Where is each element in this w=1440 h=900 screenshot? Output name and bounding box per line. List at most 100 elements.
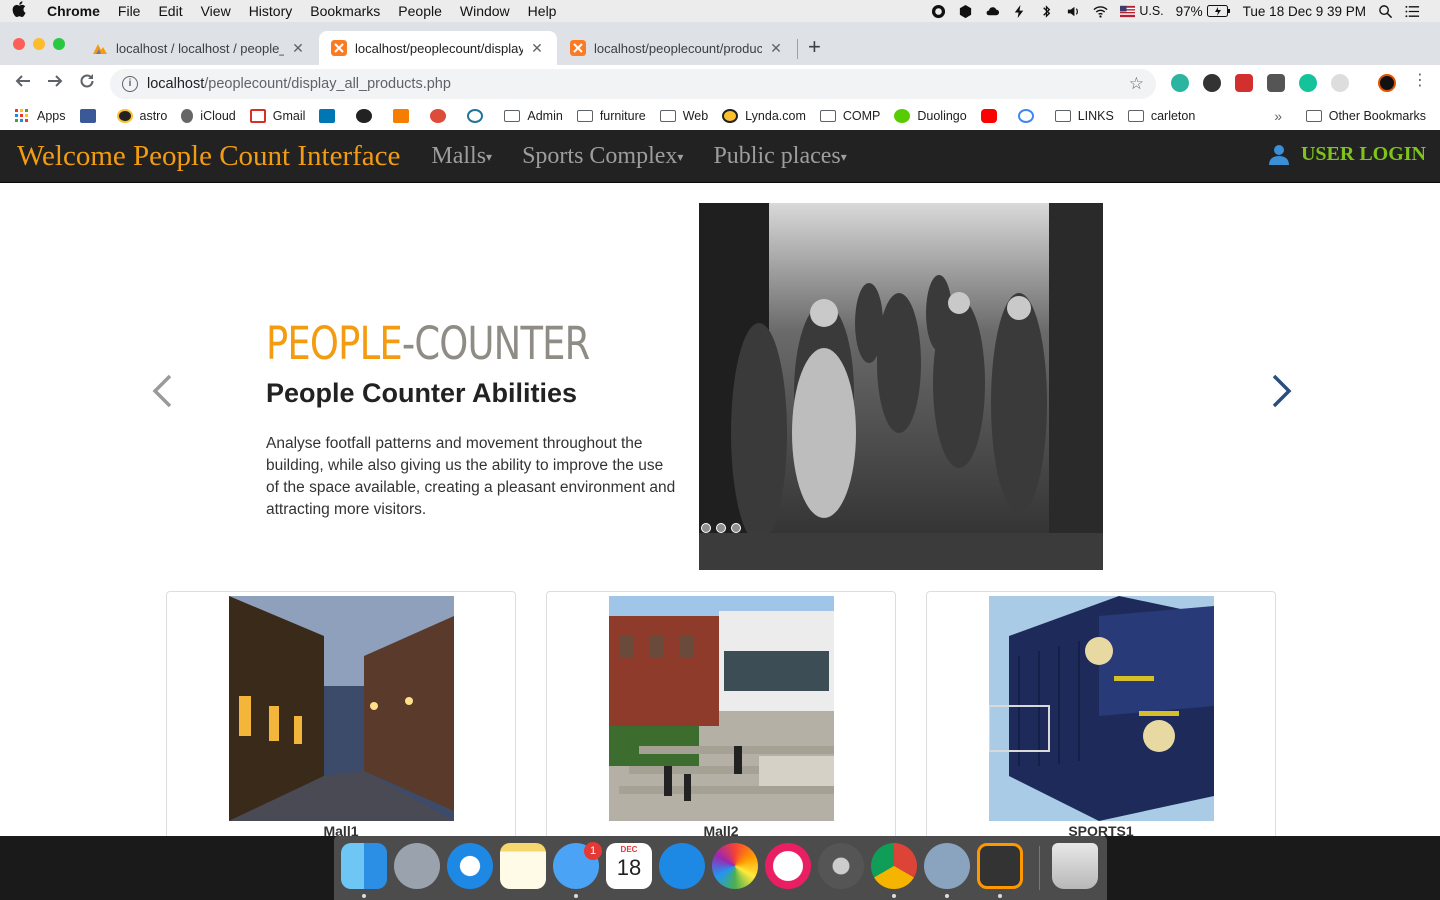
notes-icon[interactable]	[500, 843, 546, 889]
nav-sports-complex-dropdown[interactable]: Sports Complex▾	[522, 143, 683, 170]
bluetooth-icon[interactable]	[1039, 4, 1054, 19]
safari-icon[interactable]	[447, 843, 493, 889]
bookmark-folder-carleton[interactable]: carleton	[1127, 109, 1195, 123]
finder-icon[interactable]	[341, 843, 387, 889]
zoom-window-button[interactable]	[53, 38, 65, 50]
spotlight-search-icon[interactable]	[1378, 4, 1393, 19]
extension-t-icon[interactable]	[1267, 74, 1285, 92]
reload-button[interactable]	[71, 73, 103, 94]
bookmark-linkedin[interactable]	[319, 109, 342, 123]
us-flag-icon[interactable]	[1120, 4, 1136, 19]
tab-close-icon[interactable]: ✕	[290, 40, 306, 57]
product-card-sports1[interactable]: SPORTS1 30	[926, 591, 1276, 836]
bookmark-folder-furniture[interactable]: furniture	[576, 109, 646, 123]
bookmark-youtube[interactable]	[980, 109, 1004, 123]
bookmark-googleplus[interactable]	[430, 109, 453, 123]
tab-phpmyadmin[interactable]: localhost / localhost / people_c ✕	[80, 31, 318, 65]
tray-cloud-icon[interactable]	[985, 4, 1000, 19]
volume-icon[interactable]	[1066, 4, 1081, 19]
new-tab-button[interactable]: +	[808, 35, 821, 59]
bookmark-lynda[interactable]: Lynda.com	[722, 109, 806, 123]
bookmarks-overflow-button[interactable]: »	[1274, 108, 1282, 124]
bookmark-tumblr[interactable]	[356, 109, 379, 123]
app-store-icon[interactable]	[659, 843, 705, 889]
menu-window[interactable]: Window	[451, 3, 519, 19]
tray-box-icon[interactable]	[958, 4, 973, 19]
grammarly-icon[interactable]	[1299, 74, 1317, 92]
trash-icon[interactable]	[1052, 843, 1098, 889]
tab-display-all-products[interactable]: localhost/peoplecount/display_ ✕	[319, 31, 557, 65]
profile-avatar[interactable]	[1378, 74, 1396, 92]
nav-malls-dropdown[interactable]: Malls▾	[431, 143, 492, 170]
container-building-photo[interactable]	[989, 596, 1214, 821]
tab-product[interactable]: localhost/peoplecount/product ✕	[558, 31, 796, 65]
system-preferences-icon[interactable]	[818, 843, 864, 889]
menu-edit[interactable]: Edit	[149, 3, 191, 19]
bookmark-astro[interactable]: astro	[116, 109, 167, 123]
itunes-icon[interactable]	[765, 843, 811, 889]
bookmark-gmail[interactable]: Gmail	[249, 109, 305, 123]
other-bookmarks-folder[interactable]: Other Bookmarks	[1305, 109, 1426, 123]
tab-close-icon[interactable]: ✕	[768, 40, 784, 57]
menu-chrome[interactable]: Chrome	[38, 3, 109, 19]
sublime-text-icon[interactable]	[977, 843, 1023, 889]
tray-bolt-icon[interactable]	[1012, 4, 1027, 19]
close-window-button[interactable]	[13, 38, 25, 50]
launchpad-icon[interactable]	[394, 843, 440, 889]
bookmark-folder-links[interactable]: LINKS	[1054, 109, 1114, 123]
menu-people[interactable]: People	[389, 3, 451, 19]
carousel-indicator[interactable]	[731, 523, 741, 533]
running-indicator	[362, 894, 366, 898]
back-button[interactable]	[7, 73, 39, 94]
menu-bookmarks[interactable]: Bookmarks	[301, 3, 389, 19]
carousel-prev-button[interactable]	[148, 373, 178, 414]
minimize-window-button[interactable]	[33, 38, 45, 50]
address-bar[interactable]: i localhost/peoplecount/display_all_prod…	[110, 69, 1156, 99]
tab-close-icon[interactable]: ✕	[529, 40, 545, 57]
bookmark-folder-comp[interactable]: COMP	[819, 109, 880, 123]
site-brand[interactable]: Welcome People Count Interface	[17, 140, 400, 173]
menu-help[interactable]: Help	[519, 3, 566, 19]
user-login-link[interactable]: USER LOGIN	[1268, 143, 1426, 166]
bookmark-folder-admin[interactable]: Admin	[504, 109, 563, 123]
photos-icon[interactable]	[712, 843, 758, 889]
battery-icon[interactable]	[1206, 5, 1231, 17]
campus-building-photo[interactable]	[609, 596, 834, 821]
wifi-icon[interactable]	[1093, 4, 1108, 19]
bookmark-folder-web[interactable]: Web	[659, 109, 708, 123]
bookmark-icloud[interactable]: iCloud	[181, 109, 236, 123]
apple-menu-icon[interactable]	[0, 1, 38, 21]
bookmark-wordpress[interactable]	[467, 109, 490, 123]
bookmark-star-icon[interactable]: ☆	[1129, 74, 1144, 94]
menu-history[interactable]: History	[240, 3, 302, 19]
forward-button[interactable]	[39, 73, 71, 94]
utility-icon[interactable]	[924, 843, 970, 889]
menu-file[interactable]: File	[109, 3, 150, 19]
carousel-next-button[interactable]	[1266, 373, 1296, 414]
product-card-mall1[interactable]: Mall1 10000	[166, 591, 516, 836]
carousel-indicator[interactable]	[701, 523, 711, 533]
clock[interactable]: Tue 18 Dec 9 39 PM	[1243, 4, 1366, 19]
extension-bike-icon[interactable]	[1331, 74, 1349, 92]
google-plus-icon	[430, 109, 447, 123]
chrome-icon[interactable]	[871, 843, 917, 889]
extension-quote-icon[interactable]	[1203, 74, 1221, 92]
nav-public-places-dropdown[interactable]: Public places▾	[713, 143, 846, 170]
extension-pin-icon[interactable]	[1235, 74, 1253, 92]
product-card-mall2[interactable]: Mall2 20	[546, 591, 896, 836]
site-info-icon[interactable]: i	[122, 76, 138, 92]
calendar-icon[interactable]: DEC 18	[606, 843, 652, 889]
extension-m-icon[interactable]	[1171, 74, 1189, 92]
user-icon	[1268, 144, 1289, 165]
bookmark-duolingo[interactable]: Duolingo	[894, 109, 967, 123]
tray-app-icon[interactable]	[931, 4, 946, 19]
chrome-menu-icon[interactable]: ⋮	[1412, 70, 1428, 89]
bookmark-apps[interactable]: Apps	[14, 109, 66, 123]
bookmark-google[interactable]	[1017, 109, 1041, 123]
street-photo[interactable]	[229, 596, 454, 821]
menu-view[interactable]: View	[192, 3, 240, 19]
carousel-indicator[interactable]	[716, 523, 726, 533]
bookmark-blogger[interactable]	[393, 109, 416, 123]
bookmark-facebook[interactable]	[79, 109, 103, 123]
notification-center-icon[interactable]	[1405, 4, 1420, 19]
